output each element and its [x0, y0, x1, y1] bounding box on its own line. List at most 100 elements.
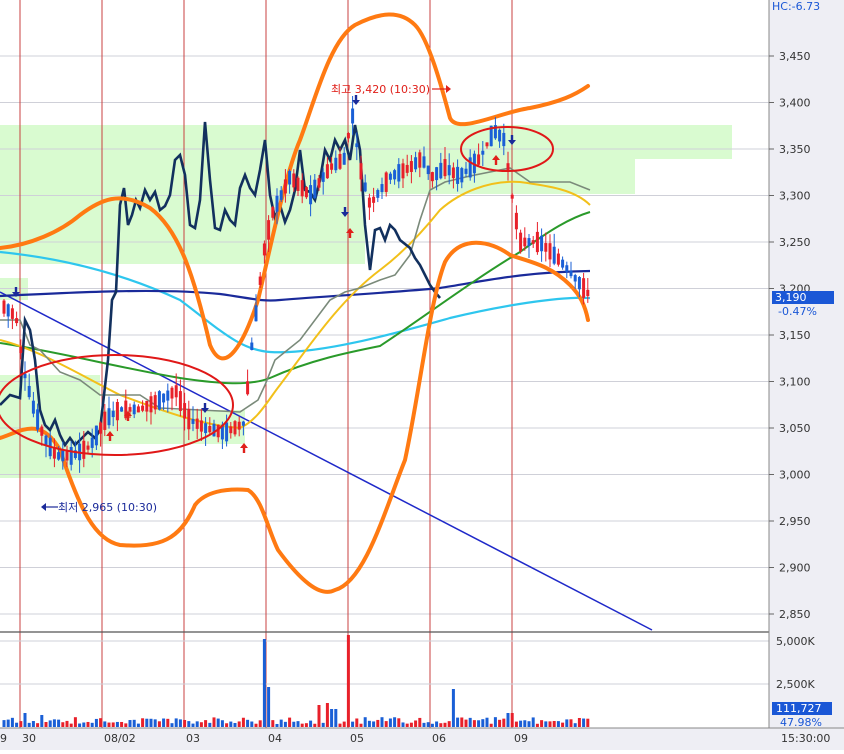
- candle-body: [233, 421, 237, 435]
- volume-bar: [456, 717, 460, 727]
- volume-bar: [498, 719, 502, 727]
- low-annotation: 최저 2,965 (10:30): [41, 501, 157, 514]
- volume-bar: [115, 721, 119, 727]
- candle-body: [262, 243, 266, 256]
- stock-chart-svg: 최고 3,420 (10:30) 최저 2,965 (10:30) HC:-6.…: [0, 0, 844, 750]
- candle-body: [313, 179, 317, 198]
- candle-body: [288, 170, 292, 185]
- candle-body: [372, 196, 376, 203]
- candle-body: [342, 152, 346, 165]
- candle-body: [435, 167, 439, 181]
- candle-body: [250, 342, 254, 351]
- candle-body: [384, 172, 388, 192]
- volume-bar: [212, 717, 216, 727]
- candle-body: [296, 177, 300, 191]
- candle-body: [283, 179, 287, 194]
- candle-body: [460, 168, 464, 183]
- volume-bar: [216, 718, 220, 727]
- volume-bar: [464, 719, 468, 727]
- volume-bar: [73, 717, 77, 727]
- candle-body: [451, 167, 455, 179]
- volume-bar: [94, 718, 98, 727]
- volume-bar: [183, 719, 187, 727]
- candle-body: [481, 150, 485, 155]
- volume-bar: [241, 717, 245, 727]
- hc-label: HC:-6.73: [772, 0, 820, 13]
- volume-bar: [292, 721, 296, 727]
- candle: [304, 185, 308, 200]
- volume-bar: [397, 718, 401, 727]
- volume-bar: [472, 720, 476, 727]
- volume-bar: [372, 721, 376, 727]
- candle-body: [514, 212, 518, 230]
- volume-bar: [414, 720, 418, 727]
- candle-body: [485, 142, 489, 147]
- candle-body: [115, 401, 119, 421]
- time-label: 15:30:00: [781, 732, 830, 745]
- candle-body: [330, 163, 334, 170]
- volume-bar: [321, 722, 325, 727]
- candle-body: [258, 276, 262, 285]
- volume-bar: [506, 713, 510, 727]
- volume-bar: [489, 723, 493, 727]
- candle-body: [149, 396, 153, 413]
- volume-bar: [6, 719, 10, 727]
- candle-body: [346, 133, 350, 139]
- candle-body: [174, 385, 178, 398]
- volume-bar: [325, 703, 329, 727]
- price-tick-label: 2,900: [779, 562, 811, 575]
- volume-bar: [162, 718, 166, 727]
- candle-body: [498, 129, 502, 142]
- candle: [107, 396, 111, 429]
- candle: [514, 205, 518, 240]
- volume-bar: [451, 689, 455, 727]
- candle: [510, 192, 514, 203]
- volume-bar: [136, 723, 140, 727]
- candle-body: [61, 450, 65, 462]
- candle: [548, 234, 552, 268]
- volume-bar: [128, 720, 132, 727]
- candle-body: [380, 184, 384, 193]
- volume-gridlines: [0, 640, 769, 685]
- candle-body: [556, 253, 560, 265]
- price-tick-label: 3,100: [779, 376, 811, 389]
- candle-body: [388, 173, 392, 180]
- volume-bar: [103, 721, 107, 727]
- candle-body: [90, 437, 94, 448]
- candle-body: [241, 421, 245, 426]
- volume-bar: [523, 720, 527, 727]
- volume-bar: [481, 719, 485, 727]
- volume-bar: [283, 721, 287, 727]
- candle: [556, 248, 560, 267]
- candle-body: [195, 418, 199, 429]
- volume-bar: [334, 709, 338, 727]
- price-tick-label: 3,250: [779, 236, 811, 249]
- volume-bar: [288, 717, 292, 727]
- candle-body: [199, 420, 203, 432]
- candle-body: [157, 391, 161, 410]
- volume-bar: [90, 722, 94, 727]
- price-tick-label: 3,150: [779, 329, 811, 342]
- candle-body: [128, 407, 132, 412]
- date-label: 08/02: [104, 732, 136, 745]
- candle-body: [267, 220, 271, 240]
- candle-body: [317, 178, 321, 188]
- candle-body: [141, 405, 145, 411]
- candle-body: [569, 270, 573, 277]
- volume-bar: [250, 721, 254, 727]
- candle-body: [304, 187, 308, 198]
- volume-bar: [317, 705, 321, 727]
- volume-bar: [178, 719, 182, 727]
- price-axis-panel: HC:-6.73 3,4503,4003,3503,3003,2503,2003…: [768, 0, 844, 740]
- date-label: 05: [350, 732, 364, 745]
- candle-body: [531, 240, 535, 244]
- candle-body: [351, 108, 355, 124]
- candle-body: [153, 395, 157, 410]
- candle-body: [132, 404, 136, 415]
- volume-bar: [313, 723, 317, 727]
- volume-bar: [359, 723, 363, 727]
- candle-body: [229, 426, 233, 434]
- candle: [531, 236, 535, 248]
- candle-body: [120, 407, 124, 412]
- candle-body: [279, 190, 283, 200]
